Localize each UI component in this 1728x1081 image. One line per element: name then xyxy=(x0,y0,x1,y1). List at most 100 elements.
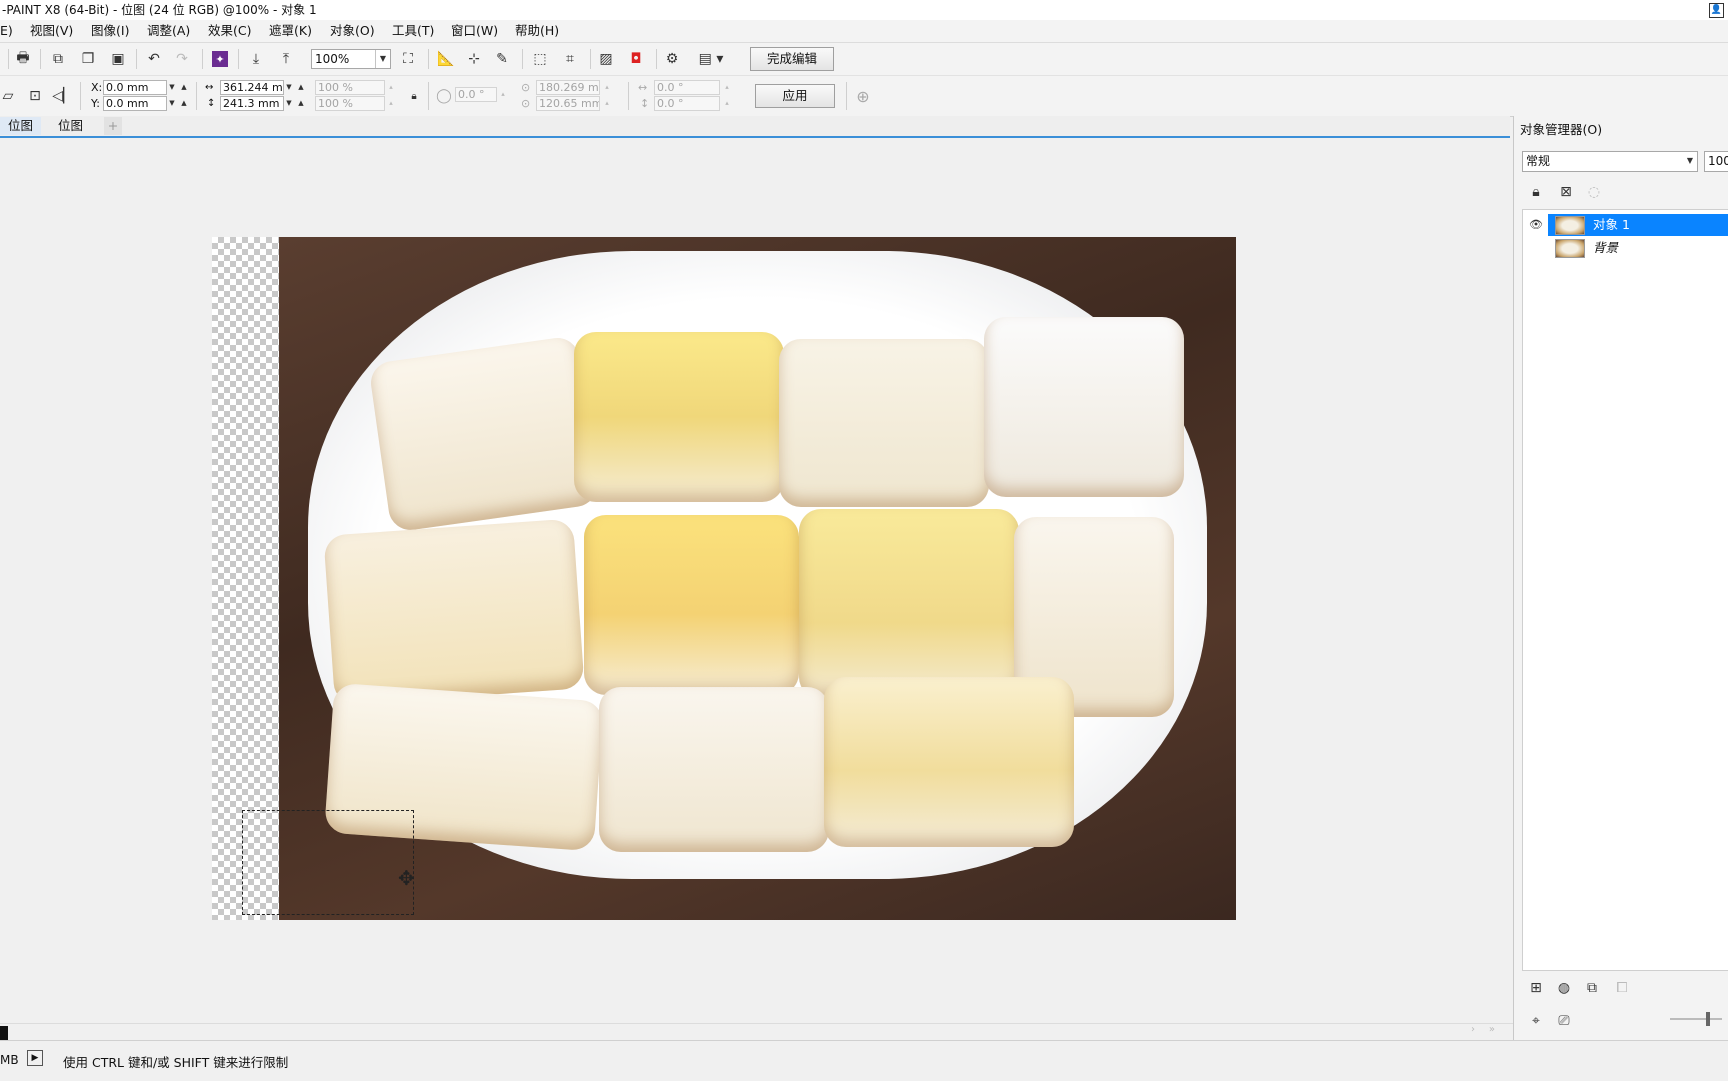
import-icon[interactable]: ⤓ xyxy=(246,49,266,69)
new-object-icon[interactable]: ⊞ xyxy=(1526,978,1546,998)
finish-edit-button[interactable]: 完成编辑 xyxy=(750,47,834,71)
center-view-icon[interactable]: ⌖ xyxy=(1526,1011,1546,1031)
new-tab-plus-icon[interactable]: + xyxy=(104,117,122,135)
lock-ratio-icon[interactable]: 🔒︎ xyxy=(404,86,424,106)
zoom-level-combo[interactable]: 100% ▼ xyxy=(311,49,391,69)
menu-image[interactable]: 图像(I) xyxy=(91,23,129,39)
record-icon[interactable]: ◘ xyxy=(626,49,646,69)
menu-view[interactable]: 视图(V) xyxy=(30,23,73,39)
redo-icon[interactable]: ↷ xyxy=(172,49,192,69)
scale-height-spinner-icon[interactable]: ▴ xyxy=(386,96,396,111)
corel-launcher-icon[interactable]: ✦ xyxy=(212,51,228,67)
print-icon[interactable]: 🖶 xyxy=(13,49,33,69)
toolbar-separator xyxy=(80,82,81,110)
properties-icon[interactable]: ⎚ xyxy=(1554,1011,1574,1031)
x-position-field[interactable]: 0.0 mm xyxy=(103,80,167,95)
mirror-icon[interactable]: ◁▏ xyxy=(52,86,74,106)
copy-icon[interactable]: ❐ xyxy=(78,49,98,69)
menu-window[interactable]: 窗口(W) xyxy=(451,23,498,39)
grid-snap-icon[interactable]: ⊹ xyxy=(464,49,484,69)
mask-overlay-icon[interactable]: ▨ xyxy=(596,49,616,69)
center-y-field[interactable]: 120.65 mm xyxy=(536,96,600,111)
width-spinner-icon[interactable]: ▲ xyxy=(296,80,306,95)
lock-transparency-icon[interactable]: ⊠ xyxy=(1556,182,1576,202)
bitmap-object[interactable] xyxy=(279,237,1236,920)
menu-mask[interactable]: 遮罩(K) xyxy=(269,23,312,39)
account-icon[interactable]: 👤 xyxy=(1709,3,1724,18)
object-transform-icon[interactable]: ⊡ xyxy=(25,86,45,106)
paste-icon[interactable]: ▣ xyxy=(108,49,128,69)
tab-bitmap-2[interactable]: 位图 xyxy=(50,117,91,135)
width-field[interactable]: 361.244 mr xyxy=(220,80,284,95)
toolbar-separator xyxy=(428,49,429,69)
tab-bitmap-1[interactable]: 位图 xyxy=(0,117,42,135)
add-icon[interactable]: ⊕ xyxy=(853,86,873,106)
scale-width-field[interactable]: 100 % xyxy=(315,80,385,95)
scroll-end-icon[interactable]: » xyxy=(1489,1024,1495,1035)
y-dropdown-icon[interactable]: ▼ xyxy=(167,96,177,111)
layer-name: 对象 1 xyxy=(1593,217,1630,232)
scale-width-spinner-icon[interactable]: ▴ xyxy=(386,80,396,95)
scale-height-field[interactable]: 100 % xyxy=(315,96,385,111)
skew-horizontal-field[interactable]: 0.0 ° xyxy=(654,80,720,95)
delete-object-icon[interactable]: ⧠ xyxy=(1612,978,1632,998)
menu-adjust[interactable]: 调整(A) xyxy=(147,23,190,39)
mask-marquee-icon[interactable]: ⬚ xyxy=(530,49,550,69)
menu-tools[interactable]: 工具(T) xyxy=(392,23,434,39)
layer-row-object-1[interactable]: 👁︎ 对象 1 xyxy=(1523,214,1728,236)
apply-button[interactable]: 应用 xyxy=(755,84,835,108)
ruler-icon[interactable]: 📐 xyxy=(436,49,456,69)
toolbar-separator xyxy=(656,49,657,69)
x-spinner-icon[interactable]: ▲ xyxy=(179,80,189,95)
y-position-field[interactable]: 0.0 mm xyxy=(103,96,167,111)
slider-thumb[interactable] xyxy=(1706,1012,1710,1026)
menu-object[interactable]: 对象(O) xyxy=(330,23,375,39)
undo-icon[interactable]: ↶ xyxy=(144,49,164,69)
rice-roll-image xyxy=(574,332,784,502)
opacity-field[interactable]: 100 xyxy=(1704,151,1728,172)
toolbar-separator xyxy=(590,49,591,69)
scroll-right-icon[interactable]: › xyxy=(1471,1024,1475,1035)
horizontal-scrollbar[interactable]: › » xyxy=(0,1023,1513,1040)
play-status-icon[interactable]: ▶ xyxy=(27,1050,43,1066)
height-spinner-icon[interactable]: ▲ xyxy=(296,96,306,111)
toolbar-separator xyxy=(40,49,41,69)
menu-effects[interactable]: 效果(C) xyxy=(208,23,251,39)
height-dropdown-icon[interactable]: ▼ xyxy=(284,96,294,111)
blend-mode-combo[interactable]: 常规 ▼ xyxy=(1522,151,1698,172)
height-field[interactable]: 241.3 mm xyxy=(220,96,284,111)
eye-icon[interactable]: 👁︎ xyxy=(1529,218,1543,231)
menu-edit[interactable]: E) xyxy=(0,23,13,39)
center-x-spinner-icon[interactable]: ▴ xyxy=(602,80,612,95)
status-hint: 使用 CTRL 键和/或 SHIFT 键来进行限制 xyxy=(63,1055,289,1070)
y-spinner-icon[interactable]: ▲ xyxy=(179,96,189,111)
thumbnail-size-slider[interactable] xyxy=(1670,1018,1722,1020)
guides-icon[interactable]: ✎ xyxy=(492,49,512,69)
center-x-field[interactable]: 180.269 mr xyxy=(536,80,600,95)
app-launcher-icon[interactable]: ▤ ▾ xyxy=(696,49,726,69)
export-icon[interactable]: ⤒ xyxy=(276,49,296,69)
settings-gear-icon[interactable]: ⚙ xyxy=(662,49,682,69)
selection-marquee[interactable] xyxy=(242,810,414,915)
width-dropdown-icon[interactable]: ▼ xyxy=(284,80,294,95)
chevron-down-icon[interactable]: ▼ xyxy=(375,50,390,68)
scrollbar-thumb[interactable] xyxy=(0,1026,8,1040)
new-lens-icon[interactable]: ◍ xyxy=(1554,978,1574,998)
clip-mask-icon[interactable]: ◌ xyxy=(1584,182,1604,202)
lock-icon[interactable]: 🔒︎ xyxy=(1526,182,1546,202)
skew-horizontal-spinner-icon[interactable]: ▴ xyxy=(722,80,732,95)
center-y-spinner-icon[interactable]: ▴ xyxy=(602,96,612,111)
x-dropdown-icon[interactable]: ▼ xyxy=(167,80,177,95)
skew-vertical-field[interactable]: 0.0 ° xyxy=(654,96,720,111)
rotation-field[interactable]: 0.0 ° xyxy=(455,87,497,102)
rotation-spinner-icon[interactable]: ▴ xyxy=(498,87,508,102)
chevron-down-icon[interactable]: ▼ xyxy=(1683,152,1697,170)
crop-icon[interactable]: ⌗ xyxy=(560,49,580,69)
fit-page-icon[interactable]: ⛶ xyxy=(398,49,418,69)
cut-icon[interactable]: ⧉ xyxy=(48,49,68,69)
object-pick-icon[interactable]: ▱ xyxy=(0,86,18,106)
combine-objects-icon[interactable]: ⧉ xyxy=(1582,978,1602,998)
layer-row-background[interactable]: 背景 xyxy=(1523,237,1728,259)
skew-vertical-spinner-icon[interactable]: ▴ xyxy=(722,96,732,111)
menu-help[interactable]: 帮助(H) xyxy=(515,23,559,39)
